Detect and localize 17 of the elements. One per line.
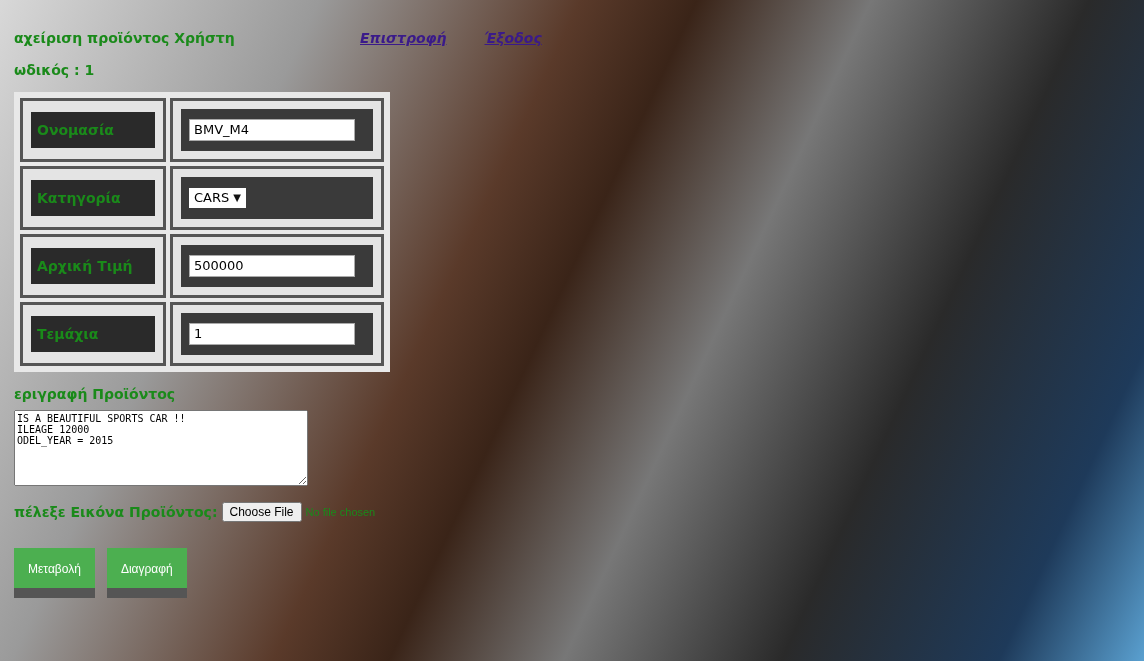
input-field[interactable]: 1 bbox=[189, 323, 355, 345]
field-label: Κατηγορία bbox=[31, 180, 155, 216]
page-title: αχείριση προϊόντος Χρήστη bbox=[14, 30, 236, 46]
input-field[interactable]: BMV_M4 bbox=[189, 119, 355, 141]
section-label: εριγραφή Προϊόντος bbox=[14, 386, 177, 402]
field-label: Αρχική Τιμή bbox=[31, 248, 155, 284]
field-label: Ονομασία bbox=[31, 112, 155, 148]
dropdown-value: CARS bbox=[194, 189, 230, 207]
description-field[interactable]: IS A BEAUTIFUL SPORTS CAR !! ILEAGE 12000 ODEL_YEAR = 2015 bbox=[14, 410, 308, 486]
user-code: ωδικός : 1 bbox=[14, 62, 96, 78]
choose-file-button[interactable]: Choose File bbox=[221, 502, 302, 522]
category-dropdown[interactable]: CARS ▼ bbox=[189, 188, 246, 208]
field-label: Τεμάχια bbox=[31, 316, 155, 352]
input-field[interactable]: 500000 bbox=[189, 255, 355, 277]
caret-icon: ▼ bbox=[233, 189, 241, 207]
file-status: No file chosen bbox=[305, 506, 376, 518]
field-label: πέλεξε Εικόνα Προϊόντος: bbox=[14, 504, 218, 520]
